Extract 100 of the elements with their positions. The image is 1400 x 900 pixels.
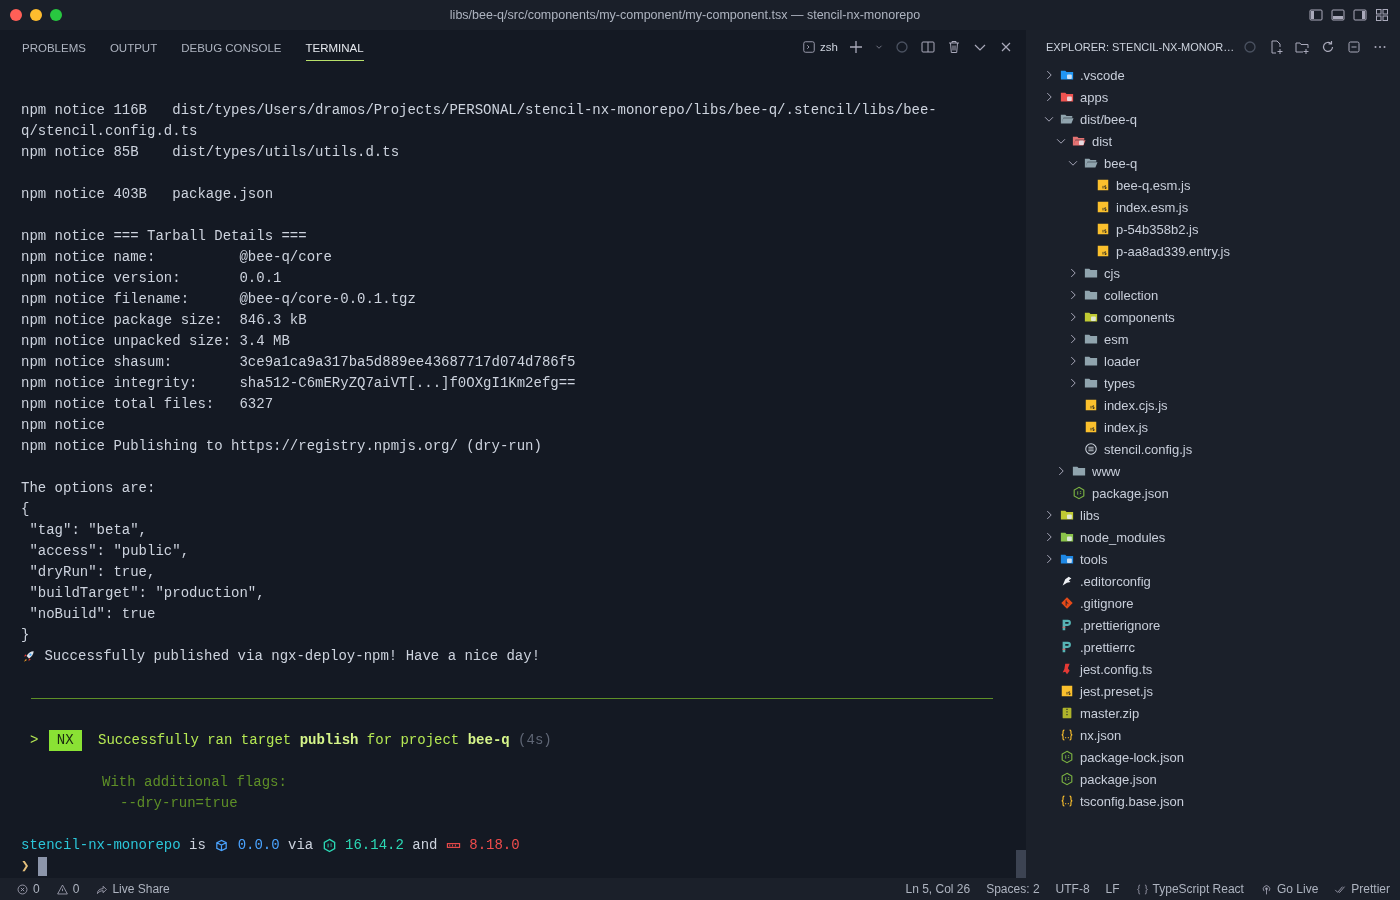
- terminal-text: and: [412, 836, 438, 855]
- terminal-shell-button[interactable]: zsh: [802, 40, 838, 54]
- terminal-line: npm notice 116B dist/types/Users/dramos/Projects/PERSONAL/stencil-nx-monorepo/libs/bee-q/.stencil/libs/bee-: [21, 101, 937, 120]
- file-tree-item[interactable]: apps: [1080, 89, 1109, 105]
- status-item[interactable]: Go Live: [1259, 882, 1319, 896]
- layout-grid-icon[interactable]: [1374, 7, 1390, 23]
- folder-icon: [1072, 134, 1086, 148]
- terminal-text: (4s): [518, 731, 552, 750]
- spinner-icon: [894, 39, 910, 55]
- js-file-icon: [1060, 684, 1074, 698]
- explorer-title: EXPLORER: STENCIL-NX-MONOR…: [1046, 41, 1235, 53]
- terminal-text: 8.18.0: [469, 836, 520, 855]
- new-file-icon[interactable]: [1268, 39, 1284, 55]
- new-terminal-icon[interactable]: [848, 39, 864, 55]
- package-icon: [214, 838, 230, 853]
- zoom-window-button[interactable]: [50, 9, 62, 21]
- file-tree-item[interactable]: node_modules: [1080, 529, 1166, 545]
- file-tree-item[interactable]: collection: [1104, 287, 1159, 303]
- trash-icon[interactable]: [946, 39, 962, 55]
- braces-file-icon: [1060, 728, 1074, 742]
- split-terminal-icon[interactable]: [920, 39, 936, 55]
- minimize-window-button[interactable]: [30, 9, 42, 21]
- file-tree-item[interactable]: package.json: [1092, 485, 1169, 501]
- collapse-all-icon[interactable]: [1346, 39, 1362, 55]
- status-item[interactable]: UTF-8: [1055, 882, 1090, 896]
- terminal-line: npm notice unpacked size: 3.4 MB: [21, 332, 290, 351]
- terminal-line: npm notice name: @bee-q/core: [21, 248, 332, 267]
- file-tree-item[interactable]: .editorconfig: [1080, 573, 1151, 589]
- panel-tab[interactable]: OUTPUT: [109, 33, 158, 61]
- terminal-icon: [802, 40, 817, 54]
- panel-tab[interactable]: PROBLEMS: [22, 33, 86, 61]
- file-tree-item[interactable]: libs: [1080, 507, 1100, 523]
- status-item[interactable]: LF: [1105, 882, 1120, 896]
- file-tree-item[interactable]: nx.json: [1080, 727, 1122, 743]
- file-tree-item[interactable]: cjs: [1104, 265, 1120, 281]
- terminal-line: npm notice total files: 6327: [21, 395, 274, 414]
- terminal-line: {: [21, 500, 30, 519]
- close-window-button[interactable]: [10, 9, 22, 21]
- status-item[interactable]: TypeScript React: [1135, 882, 1244, 896]
- status-item[interactable]: 0: [16, 882, 40, 896]
- broadcast-icon: [1259, 882, 1273, 896]
- refresh-icon[interactable]: [1320, 39, 1336, 55]
- stencil-file-icon: [1084, 442, 1098, 456]
- file-tree-item[interactable]: bee-q.esm.js: [1116, 177, 1191, 193]
- file-tree-item[interactable]: p-aa8ad339.entry.js: [1116, 243, 1230, 259]
- status-item[interactable]: Spaces: 2: [986, 882, 1040, 896]
- hexagon-file-icon: [1072, 486, 1086, 500]
- folder-icon: [1084, 354, 1098, 368]
- new-folder-icon[interactable]: [1294, 39, 1310, 55]
- file-tree-item[interactable]: bee-q: [1104, 155, 1138, 171]
- file-tree-item[interactable]: tools: [1080, 551, 1108, 567]
- status-item[interactable]: 0: [55, 882, 80, 896]
- file-tree-item[interactable]: loader: [1104, 353, 1141, 369]
- terminal-text: via: [288, 836, 314, 855]
- scrollbar-thumb[interactable]: [1016, 850, 1026, 878]
- file-tree-item[interactable]: p-54b358b2.js: [1116, 221, 1199, 237]
- file-tree-item[interactable]: components: [1104, 309, 1175, 325]
- terminal-text: 16.14.2: [345, 836, 404, 855]
- status-item[interactable]: Prettier: [1334, 882, 1390, 896]
- folder-icon: [1060, 112, 1074, 126]
- panel-tab[interactable]: DEBUG CONSOLE: [181, 33, 282, 61]
- file-tree-item[interactable]: dist/bee-q: [1080, 111, 1138, 127]
- status-item[interactable]: Ln 5, Col 26: [905, 882, 971, 896]
- error-icon: [16, 882, 29, 896]
- file-tree-item[interactable]: jest.preset.js: [1080, 683, 1153, 699]
- file-tree-item[interactable]: dist: [1092, 133, 1113, 149]
- status-item[interactable]: Live Share: [95, 882, 170, 896]
- file-tree-item[interactable]: types: [1104, 375, 1136, 391]
- terminal-text: is: [189, 836, 206, 855]
- terminal-line: q/stencil.config.d.ts: [21, 122, 198, 141]
- terminal-line: With additional flags:: [101, 773, 287, 792]
- file-tree-item[interactable]: package-lock.json: [1080, 749, 1185, 765]
- file-tree-item[interactable]: index.esm.js: [1116, 199, 1189, 215]
- hexagon-icon: [321, 838, 337, 853]
- folder-icon: [1084, 266, 1098, 280]
- terminal-line: "noBuild": true: [28, 605, 156, 624]
- file-tree-item[interactable]: stencil.config.js: [1104, 441, 1193, 457]
- toggle-sidebar-icon[interactable]: [1308, 7, 1324, 23]
- terminal-line: npm notice integrity: sha512-C6mERyZQ7aiVT[...]f0OXgI1Km2efg==: [21, 374, 576, 393]
- file-tree-item[interactable]: tsconfig.base.json: [1080, 793, 1185, 809]
- toggle-secondary-sidebar-icon[interactable]: [1352, 7, 1368, 23]
- file-tree-item[interactable]: master.zip: [1080, 705, 1140, 721]
- file-tree-item[interactable]: .vscode: [1080, 67, 1125, 83]
- file-tree-item[interactable]: jest.config.ts: [1080, 661, 1153, 677]
- terminal-line: }: [21, 626, 30, 645]
- file-tree-item[interactable]: .prettierrc: [1080, 639, 1135, 655]
- folder-icon: [1060, 552, 1074, 566]
- toggle-panel-icon[interactable]: [1330, 7, 1346, 23]
- folder-icon: [1084, 310, 1098, 324]
- panel-tab[interactable]: TERMINAL: [305, 33, 364, 61]
- file-tree-item[interactable]: index.cjs.js: [1104, 397, 1168, 413]
- file-tree-item[interactable]: package.json: [1080, 771, 1157, 787]
- terminal-line: "dryRun": true,: [28, 563, 156, 582]
- file-tree-item[interactable]: www: [1092, 463, 1121, 479]
- file-tree-item[interactable]: index.js: [1104, 419, 1149, 435]
- folder-icon: [1084, 156, 1098, 170]
- file-tree-item[interactable]: esm: [1104, 331, 1129, 347]
- js-file-icon: [1084, 420, 1098, 434]
- file-tree-item[interactable]: .gitignore: [1080, 595, 1134, 611]
- file-tree-item[interactable]: .prettierignore: [1080, 617, 1161, 633]
